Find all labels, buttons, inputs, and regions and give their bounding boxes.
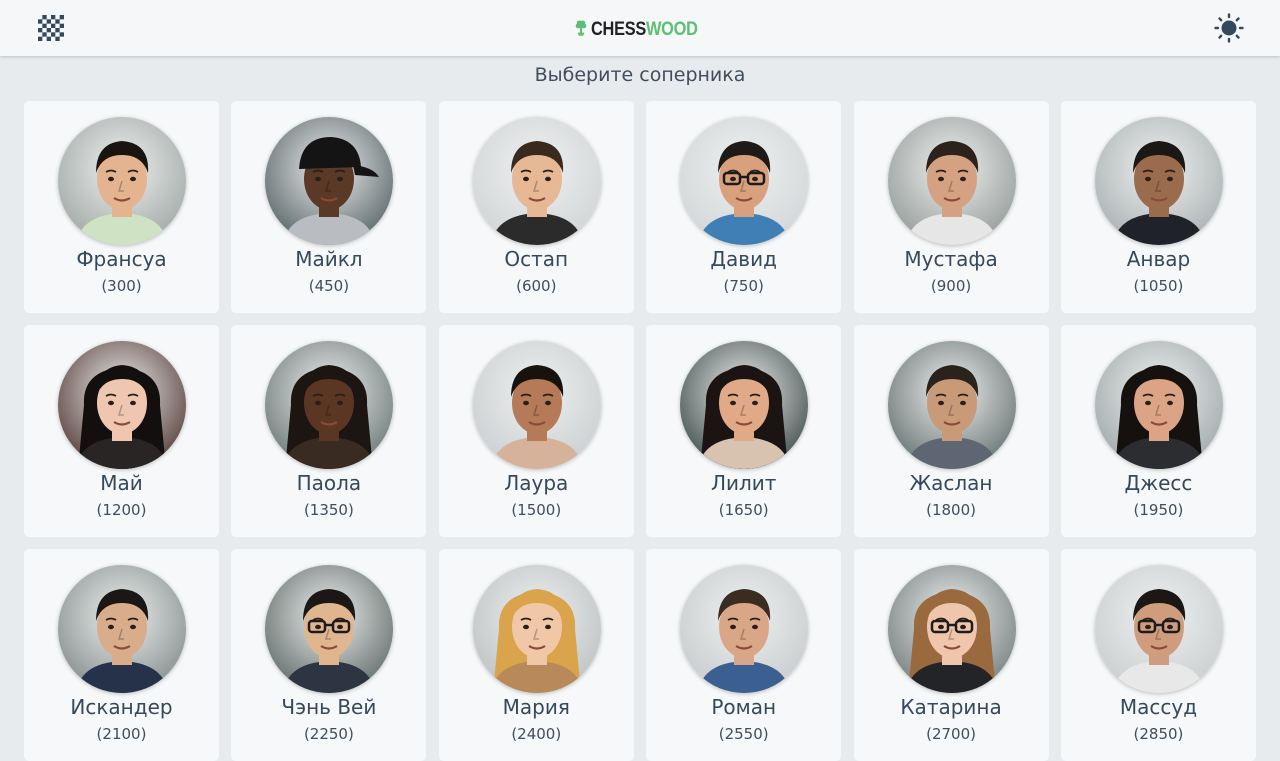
opponent-rating: (2700) (926, 725, 976, 743)
opponent-rating: (1050) (1133, 277, 1184, 295)
chessboard-icon[interactable] (38, 15, 64, 41)
opponent-avatar (887, 341, 1016, 469)
opponent-rating: (1350) (303, 501, 354, 519)
opponent-card[interactable]: Массуд (2850) (1060, 549, 1256, 761)
opponent-card[interactable]: Катарина (2700) (853, 549, 1049, 761)
opponent-avatar (1094, 565, 1223, 693)
opponent-rating: (2550) (718, 725, 769, 743)
opponent-avatar (472, 117, 601, 245)
opponent-card[interactable]: Остап (600) (438, 101, 634, 313)
opponent-avatar (1094, 341, 1223, 469)
opponent-name: Джесс (1124, 471, 1193, 495)
opponent-rating: (2250) (303, 725, 354, 743)
opponent-card[interactable]: Роман (2550) (646, 549, 842, 761)
opponent-avatar (265, 117, 394, 245)
opponent-name: Май (100, 471, 143, 495)
opponent-rating: (1650) (718, 501, 769, 519)
opponent-name: Мустафа (904, 247, 998, 271)
opponent-rating: (1500) (511, 501, 562, 519)
logo-text-dark: CHESS (591, 19, 647, 40)
opponent-card[interactable]: Лилит (1650) (646, 325, 842, 537)
opponent-rating: (450) (308, 277, 350, 295)
top-bar: CHESSWOOD (0, 0, 1280, 56)
opponent-card[interactable]: Чэнь Вей (2250) (231, 549, 427, 761)
opponent-avatar (265, 565, 394, 693)
opponent-name: Лилит (710, 471, 777, 495)
opponent-rating: (750) (723, 277, 764, 295)
opponent-rating: (2400) (511, 725, 562, 743)
opponent-card[interactable]: Жаслан (1800) (853, 325, 1049, 537)
opponent-name: Франсуа (76, 247, 167, 271)
opponent-card[interactable]: Давид (750) (646, 101, 842, 313)
opponent-rating: (1200) (96, 501, 147, 519)
opponent-name: Жаслан (909, 471, 993, 495)
opponent-rating: (1800) (926, 501, 976, 519)
opponent-name: Роман (711, 695, 777, 719)
page-title: Выберите соперника (534, 64, 746, 86)
opponent-rating: (300) (101, 277, 142, 295)
opponent-avatar (887, 565, 1016, 693)
opponent-name: Массуд (1119, 695, 1198, 719)
opponent-name: Катарина (900, 695, 1002, 719)
opponent-rating: (900) (930, 277, 972, 295)
opponent-avatar (680, 565, 809, 693)
opponent-name: Паола (296, 471, 362, 495)
opponent-rating: (2850) (1133, 725, 1184, 743)
opponent-avatar (887, 117, 1016, 245)
opponent-name: Остап (504, 247, 569, 271)
opponent-avatar (58, 341, 186, 469)
opponent-avatar (472, 341, 601, 469)
opponent-card[interactable]: Лаура (1500) (438, 325, 634, 537)
opponent-avatar (58, 117, 186, 245)
opponent-name: Мария (502, 695, 570, 719)
opponent-name: Майкл (295, 247, 363, 271)
opponent-card[interactable]: Искандер (2100) (24, 549, 219, 761)
opponent-avatar (58, 565, 186, 693)
opponent-name: Анвар (1126, 247, 1191, 271)
opponent-card[interactable]: Паола (1350) (231, 325, 427, 537)
opponent-card[interactable]: Джесс (1950) (1060, 325, 1256, 537)
opponent-rating: (2100) (96, 725, 147, 743)
logo-text-green: WOOD (646, 19, 698, 40)
opponent-rating: (1950) (1133, 501, 1184, 519)
opponent-avatar (472, 565, 601, 693)
opponent-card[interactable]: Анвар (1050) (1060, 101, 1256, 313)
opponent-card[interactable]: Мария (2400) (438, 549, 634, 761)
opponent-card[interactable]: Франсуа (300) (24, 101, 219, 313)
opponent-rating: (600) (516, 277, 557, 295)
opponent-avatar (1094, 117, 1223, 245)
sun-icon[interactable] (1213, 12, 1245, 44)
opponent-grid: Франсуа (300) Майкл (450) Остап (600) Да… (24, 101, 1256, 761)
opponent-name: Давид (710, 247, 777, 271)
opponent-card[interactable]: Май (1200) (24, 325, 219, 537)
opponent-avatar (265, 341, 394, 469)
opponent-name: Чэнь Вей (281, 695, 377, 719)
logo-text: CHESSWOOD (591, 19, 698, 41)
opponent-avatar (680, 341, 809, 469)
opponent-name: Искандер (70, 695, 173, 719)
opponent-avatar (680, 117, 809, 245)
opponent-card[interactable]: Мустафа (900) (853, 101, 1049, 313)
tree-icon (575, 20, 587, 36)
chesswood-logo[interactable]: CHESSWOOD (575, 4, 715, 52)
opponent-name: Лаура (504, 471, 569, 495)
opponent-card[interactable]: Майкл (450) (231, 101, 427, 313)
